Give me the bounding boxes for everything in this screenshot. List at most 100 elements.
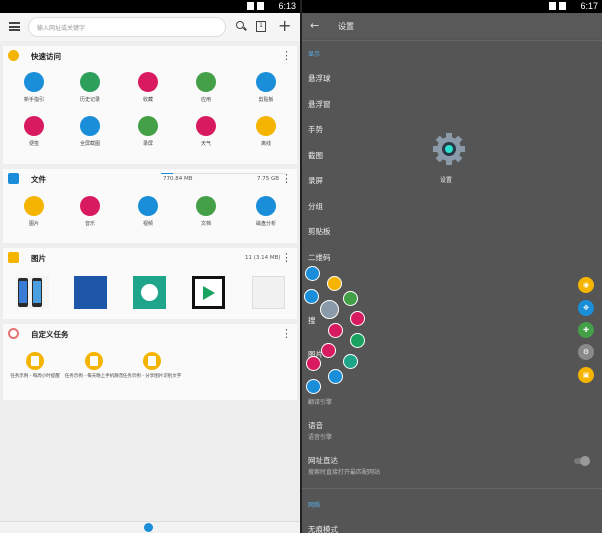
music-icon <box>80 196 100 216</box>
quick-access-item[interactable]: 历史记录 <box>67 72 113 103</box>
quick-access-item[interactable]: 新手指引 <box>11 72 57 103</box>
divider <box>302 40 602 41</box>
quick-access-title: 快速访问 <box>31 52 61 61</box>
more-icon[interactable]: ⋮ <box>281 49 292 62</box>
settings-item[interactable]: 截图 <box>308 150 323 161</box>
task-item[interactable]: 任务示例 - 每周小时提醒 <box>5 352 65 380</box>
file-category-item[interactable]: 磁盘分析 <box>243 196 289 227</box>
quick-access-item[interactable]: 全屏截图 <box>67 116 113 147</box>
pictures-count: 11 (3.14 MB) <box>245 255 281 261</box>
record-icon[interactable] <box>343 291 358 306</box>
status-bar: 6:17 <box>302 0 602 13</box>
battery-icon <box>257 2 264 10</box>
quick-access-label: 新手指引 <box>23 97 44 103</box>
settings-item[interactable]: 手势 <box>308 124 323 135</box>
move-icon[interactable]: ✥ <box>578 300 594 316</box>
settings-url-subtitle: 搜索时直接打开最匹配网站 <box>308 469 381 476</box>
star-icon <box>138 72 158 92</box>
file-category-item[interactable]: 视频 <box>125 196 171 227</box>
settings-item[interactable]: 分组 <box>308 201 323 212</box>
tasks-title: 自定义任务 <box>31 330 69 339</box>
gear-label: 设置 <box>440 177 453 184</box>
more-icon[interactable]: ⋮ <box>281 251 292 264</box>
window-icon[interactable]: ▣ <box>578 367 594 383</box>
task-label: 任务示例 - 每天晚上手机静音 <box>64 374 124 379</box>
sun-icon <box>196 116 216 136</box>
quick-access-item[interactable]: 天气 <box>183 116 229 147</box>
file-category-label: 图片 <box>28 221 39 227</box>
more-icon[interactable]: ⋮ <box>281 327 292 340</box>
note-icon <box>24 116 44 136</box>
image-thumbnail[interactable] <box>16 276 49 309</box>
weather-icon[interactable] <box>350 311 365 326</box>
gear-icon[interactable] <box>432 132 466 166</box>
settings-item[interactable]: 录屏 <box>308 175 323 186</box>
quick-access-item[interactable]: 剪贴板 <box>243 72 289 103</box>
task-item[interactable]: 任务示例 - 每天晚上手机静音 <box>64 352 124 380</box>
image-thumbnail[interactable] <box>74 276 107 309</box>
more-icon[interactable]: ⋮ <box>281 172 292 185</box>
ball-icon[interactable] <box>328 369 343 384</box>
settings-toolbar: ← 设置 <box>302 13 602 39</box>
wifi-icon[interactable] <box>327 276 342 291</box>
gear-icon[interactable]: ⚙ <box>578 344 594 360</box>
status-time: 6:17 <box>580 1 598 11</box>
screenshot-icon[interactable] <box>305 266 320 281</box>
image-thumbnail[interactable] <box>252 276 285 309</box>
search-input[interactable]: 输入网址或关键字 <box>28 17 226 37</box>
qr-icon[interactable] <box>343 354 358 369</box>
image-icon[interactable] <box>350 333 365 348</box>
settings-item[interactable]: 二维码 <box>308 252 331 263</box>
add-icon[interactable]: + <box>278 18 291 34</box>
settings-title: 设置 <box>338 22 354 31</box>
quick-access-label: 历史记录 <box>79 97 100 103</box>
url-toggle[interactable] <box>574 456 590 466</box>
status-time: 6:13 <box>278 1 296 11</box>
task-item[interactable]: 任务示例 - 分享图片识别文字 <box>122 352 182 380</box>
quick-access-item[interactable]: 便签 <box>11 116 57 147</box>
settings-item[interactable]: 剪贴板 <box>308 226 331 237</box>
image-thumbnail[interactable] <box>192 276 225 309</box>
storage-bar <box>161 173 285 174</box>
settings-item-partial[interactable]: 搜 <box>308 315 316 326</box>
settings-item[interactable]: 悬浮球 <box>308 73 331 84</box>
quick-access-label: 全屏截图 <box>79 141 100 147</box>
file-category-label: 音乐 <box>84 221 95 227</box>
menu-icon[interactable] <box>9 22 20 31</box>
settings-item-subtitle: 翻译引擎 <box>308 399 333 406</box>
file-category-item[interactable]: 图片 <box>11 196 57 227</box>
search-placeholder: 输入网址或关键字 <box>37 25 86 32</box>
files-card: 文件 770.84 MB 7.75 GB ⋮ 图片 音乐 视频 文档 磁盘分析 <box>3 169 297 243</box>
settings-item-url[interactable]: 网址直达 <box>308 455 338 466</box>
file-category-item[interactable]: 文档 <box>183 196 229 227</box>
settings-item[interactable]: 悬浮窗 <box>308 99 331 110</box>
gear-icon[interactable] <box>320 300 339 319</box>
task-icon <box>143 352 161 370</box>
status-icons <box>549 2 566 10</box>
pictures-title: 图片 <box>31 254 46 263</box>
image-thumbnail[interactable] <box>133 276 166 309</box>
settings-small-icon[interactable] <box>306 379 321 394</box>
clipboard-icon[interactable] <box>304 289 319 304</box>
quick-access-item[interactable]: 应用 <box>183 72 229 103</box>
settings-item-incognito[interactable]: 无痕模式 <box>308 524 338 533</box>
quick-access-item[interactable]: 离线 <box>243 116 289 147</box>
quick-access-label: 收藏 <box>142 97 153 103</box>
battery-icon <box>559 2 566 10</box>
home-icon[interactable] <box>144 523 153 532</box>
image-icon <box>24 196 44 216</box>
search-icon[interactable] <box>236 21 244 29</box>
settings-item-voice[interactable]: 语音 <box>308 420 323 431</box>
back-arrow-icon[interactable]: ← <box>310 19 319 32</box>
quick-access-item[interactable]: 录屏 <box>125 116 171 147</box>
file-category-item[interactable]: 音乐 <box>67 196 113 227</box>
storage-total: 7.75 GB <box>257 176 280 182</box>
edit-icon[interactable] <box>321 343 336 358</box>
tabs-count-button[interactable]: 1 <box>256 21 266 32</box>
quick-access-item[interactable]: 收藏 <box>125 72 171 103</box>
pin-icon[interactable]: ✚ <box>578 322 594 338</box>
sun-icon[interactable] <box>306 356 321 371</box>
eye-icon[interactable]: ◉ <box>578 277 594 293</box>
sun-icon[interactable] <box>328 323 343 338</box>
settings-voice-subtitle: 语音引擎 <box>308 434 333 441</box>
